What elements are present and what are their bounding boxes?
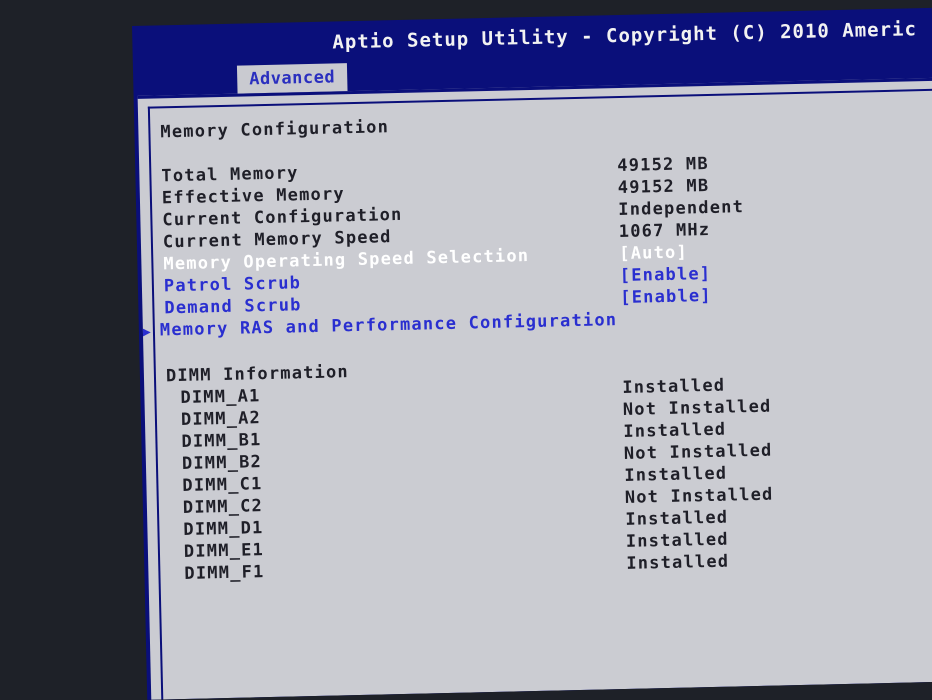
dimm-slot-status: Not Installed xyxy=(622,396,772,420)
dimm-slot-name: DIMM_A2 xyxy=(180,408,262,430)
panel-frame: Memory Configuration Total Memory 49152 … xyxy=(143,88,932,700)
dimm-slot-status: Installed xyxy=(626,551,730,574)
dimm-slot-status: Installed xyxy=(622,375,726,398)
dimm-slot-status: Not Installed xyxy=(624,484,774,508)
title-bar: Aptio Setup Utility - Copyright (C) 2010… xyxy=(332,18,918,54)
dimm-slot-status: Installed xyxy=(625,529,729,552)
total-memory-label: Total Memory xyxy=(161,163,299,187)
demand-scrub-option[interactable]: Demand Scrub xyxy=(164,295,302,318)
effective-memory-label: Effective Memory xyxy=(161,184,346,209)
current-memory-speed-value: 1067 MHz xyxy=(618,219,711,243)
current-memory-speed-label: Current Memory Speed xyxy=(162,227,392,253)
dimm-info-heading: DIMM Information xyxy=(165,362,350,387)
dimm-slot-name: DIMM_F1 xyxy=(184,562,265,584)
right-triangle-icon: ▶ xyxy=(142,324,153,340)
dimm-slot-name: DIMM_B2 xyxy=(181,452,263,474)
dimm-slot-name: DIMM_A1 xyxy=(180,386,261,408)
total-memory-value: 49152 MB xyxy=(617,153,709,177)
dimm-slot-name: DIMM_B1 xyxy=(181,430,262,452)
demand-scrub-value[interactable]: [Enable] xyxy=(620,286,712,308)
patrol-scrub-value[interactable]: [Enable] xyxy=(620,264,712,286)
section-title: Memory Configuration xyxy=(160,117,390,143)
effective-memory-value: 49152 MB xyxy=(617,175,710,199)
patrol-scrub-option[interactable]: Patrol Scrub xyxy=(164,273,302,296)
tab-advanced[interactable]: Advanced xyxy=(236,63,348,94)
dimm-slot-name: DIMM_C1 xyxy=(182,474,263,496)
dimm-slot-status: Not Installed xyxy=(623,440,773,464)
dimm-slot-status: Installed xyxy=(624,463,728,486)
current-configuration-value: Independent xyxy=(618,197,745,221)
dimm-slot-name: DIMM_E1 xyxy=(183,540,265,562)
main-panel: Memory Configuration Total Memory 49152 … xyxy=(137,77,932,700)
dimm-slot-name: DIMM_C2 xyxy=(182,496,264,518)
memory-speed-selection-value[interactable]: [Auto] xyxy=(619,242,688,264)
dimm-slot-status: Installed xyxy=(625,507,729,530)
dimm-slot-status: Installed xyxy=(623,419,727,442)
current-configuration-label: Current Configuration xyxy=(162,204,403,231)
bios-screen: Aptio Setup Utility - Copyright (C) 2010… xyxy=(132,7,932,700)
dimm-slot-name: DIMM_D1 xyxy=(183,518,264,540)
